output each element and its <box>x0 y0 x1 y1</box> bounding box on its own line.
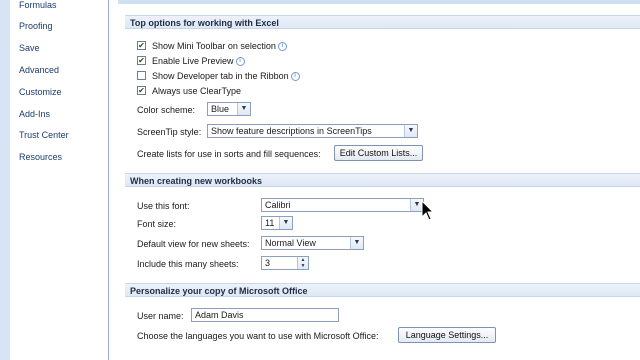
nav-item-resources[interactable]: Resources <box>19 152 62 162</box>
default-view-value: Normal View <box>265 238 316 248</box>
developer-tab-row: Show Developer tab in the Ribbon i <box>152 71 300 82</box>
chevron-down-icon: ▼ <box>404 125 417 137</box>
nav-item-customize[interactable]: Customize <box>19 87 62 97</box>
font-select[interactable]: Calibri ▼ <box>261 198 424 212</box>
chevron-down-icon: ▼ <box>237 103 250 115</box>
nav-left-strip <box>0 0 10 360</box>
mini-toolbar-row: Show Mini Toolbar on selection i <box>152 41 287 52</box>
mini-toolbar-checkbox[interactable]: ✔ <box>137 41 146 50</box>
section-header-personalize: Personalize your copy of Microsoft Offic… <box>125 283 640 297</box>
mouse-cursor-icon <box>421 200 435 221</box>
user-name-label: User name: <box>137 311 184 321</box>
screentip-style-label: ScreenTip style: <box>137 127 202 137</box>
mini-toolbar-label: Show Mini Toolbar on selection <box>152 41 276 51</box>
default-view-select[interactable]: Normal View ▼ <box>261 236 364 250</box>
checkmark-icon: ✔ <box>138 86 145 95</box>
info-icon: i <box>290 72 300 82</box>
font-value: Calibri <box>265 200 291 210</box>
checkmark-icon: ✔ <box>138 41 145 50</box>
nav-item-save[interactable]: Save <box>19 43 40 53</box>
live-preview-row: Enable Live Preview i <box>152 56 245 67</box>
font-size-value: 11 <box>265 218 275 228</box>
use-this-font-label: Use this font: <box>137 201 190 211</box>
nav-item-add-ins[interactable]: Add-Ins <box>19 109 50 119</box>
edit-custom-lists-button[interactable]: Edit Custom Lists... <box>334 145 423 161</box>
nav-item-advanced[interactable]: Advanced <box>19 65 59 75</box>
nav-item-formulas[interactable]: Formulas <box>19 0 57 10</box>
color-scheme-label: Color scheme: <box>137 105 196 115</box>
font-size-select[interactable]: 11 ▼ <box>261 216 293 230</box>
screentip-style-select[interactable]: Show feature descriptions in ScreenTips … <box>207 124 418 138</box>
section-header-new-workbooks: When creating new workbooks <box>125 173 640 187</box>
chevron-down-icon: ▼ <box>350 237 363 249</box>
default-view-label: Default view for new sheets: <box>137 239 250 249</box>
chevron-down-icon: ▼ <box>279 217 292 229</box>
live-preview-label: Enable Live Preview <box>152 56 234 66</box>
language-settings-button[interactable]: Language Settings... <box>398 327 496 343</box>
options-nav: Formulas Proofing Save Advanced Customiz… <box>0 0 109 360</box>
font-size-label: Font size: <box>137 219 177 229</box>
cleartype-checkbox[interactable]: ✔ <box>137 86 146 95</box>
info-icon: i <box>277 42 287 52</box>
screentip-style-value: Show feature descriptions in ScreenTips <box>211 126 372 136</box>
checkmark-icon: ✔ <box>138 56 145 65</box>
sheets-count-spinner[interactable]: 3 ▲ ▼ <box>261 256 309 270</box>
color-scheme-select[interactable]: Blue ▼ <box>207 102 251 116</box>
nav-item-proofing[interactable]: Proofing <box>19 21 53 31</box>
options-main-panel: Top options for working with Excel ✔ Sho… <box>118 0 640 360</box>
sheets-count-value: 3 <box>265 258 271 268</box>
spinner-arrows-icon[interactable]: ▲ ▼ <box>297 257 308 269</box>
cleartype-label: Always use ClearType <box>152 86 242 96</box>
sheets-count-label: Include this many sheets: <box>137 259 239 269</box>
developer-tab-checkbox[interactable] <box>137 71 146 80</box>
languages-label: Choose the languages you want to use wit… <box>137 331 379 341</box>
top-border <box>118 0 640 4</box>
section-header-top-options: Top options for working with Excel <box>125 15 640 29</box>
color-scheme-value: Blue <box>211 104 230 114</box>
info-icon: i <box>235 57 245 67</box>
nav-item-trust-center[interactable]: Trust Center <box>19 130 69 140</box>
user-name-field[interactable]: Adam Davis <box>191 308 339 322</box>
live-preview-checkbox[interactable]: ✔ <box>137 56 146 65</box>
custom-lists-label: Create lists for use in sorts and fill s… <box>137 149 321 159</box>
developer-tab-label: Show Developer tab in the Ribbon <box>152 71 289 81</box>
